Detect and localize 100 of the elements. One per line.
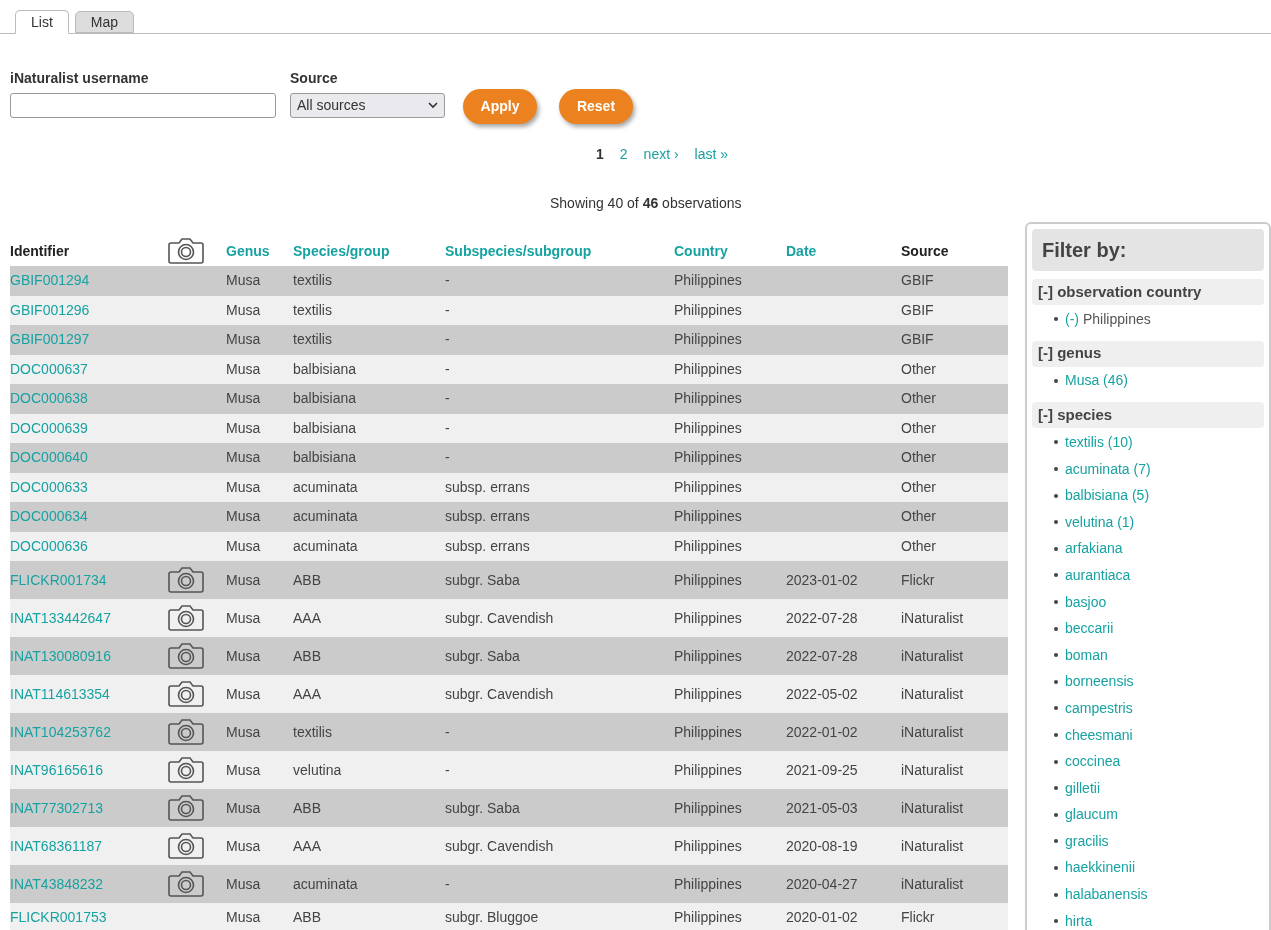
table-cell-text: Philippines xyxy=(674,874,742,894)
filter-link[interactable]: acuminata (7) xyxy=(1065,458,1151,480)
filter-link[interactable]: basjoo xyxy=(1065,591,1107,613)
column-header-link[interactable]: Species/group xyxy=(293,240,390,262)
table-cell-text: iNaturalist xyxy=(901,836,964,856)
table-cell-text: Musa xyxy=(226,608,261,628)
page-link[interactable]: 2 xyxy=(619,144,628,165)
table-cell-text: - xyxy=(445,874,450,894)
filter-link[interactable]: glaucum xyxy=(1065,804,1118,826)
filter-link[interactable]: borneensis xyxy=(1065,671,1134,693)
identifier-link[interactable]: INAT96165616 xyxy=(10,759,104,781)
table-cell-text: Philippines xyxy=(674,608,742,628)
filter-link[interactable]: cheesmani xyxy=(1065,724,1133,746)
identifier-link[interactable]: GBIF001297 xyxy=(10,329,90,351)
table-cell-text: AAA xyxy=(293,836,321,856)
column-header: Source xyxy=(901,241,949,261)
identifier-link[interactable]: INAT114613354 xyxy=(10,683,110,705)
table-cell-text: AAA xyxy=(293,608,321,628)
table-cell-text: 2022-01-02 xyxy=(786,722,858,742)
table-cell-text: - xyxy=(445,330,450,350)
apply-button[interactable]: Apply xyxy=(463,89,537,124)
table-cell-text: 2022-07-28 xyxy=(786,646,858,666)
filter-link[interactable]: gilletii xyxy=(1065,777,1100,799)
page-link[interactable]: last » xyxy=(694,144,729,165)
filter-link[interactable]: Musa (46) xyxy=(1065,370,1129,392)
table-cell-text: iNaturalist xyxy=(901,684,964,704)
identifier-link[interactable]: DOC000639 xyxy=(10,417,88,439)
bullet-icon xyxy=(1054,706,1058,711)
source-dropdown[interactable]: All sources xyxy=(290,93,445,118)
tab[interactable]: List xyxy=(15,10,69,34)
filter-link[interactable]: balbisiana (5) xyxy=(1065,485,1150,507)
table-cell-text: Philippines xyxy=(674,389,742,409)
filter-link[interactable]: beccarii xyxy=(1065,618,1114,640)
filter-group-header[interactable]: [-] species xyxy=(1032,402,1264,429)
filter-link[interactable]: velutina (1) xyxy=(1065,511,1135,533)
identifier-link[interactable]: DOC000634 xyxy=(10,506,88,528)
column-header-link[interactable]: Genus xyxy=(226,240,270,262)
bullet-icon xyxy=(1054,653,1058,658)
table-cell-text: subgr. Saba xyxy=(445,570,520,590)
filter-group-header[interactable]: [-] observation country xyxy=(1032,279,1264,305)
table-cell-text: subgr. Bluggoe xyxy=(445,908,539,928)
identifier-link[interactable]: INAT130080916 xyxy=(10,645,111,667)
column-header-link[interactable]: Country xyxy=(674,240,728,262)
table-cell-text: 2020-08-19 xyxy=(786,836,858,856)
filter-group-header[interactable]: [-] genus xyxy=(1032,340,1264,367)
filter-link[interactable]: campestris xyxy=(1065,697,1133,719)
table-cell-text: Musa xyxy=(226,760,261,780)
identifier-link[interactable]: DOC000640 xyxy=(10,447,88,469)
filter-link[interactable]: textilis (10) xyxy=(1065,432,1133,453)
filter-link[interactable]: haekkinenii xyxy=(1065,857,1136,879)
identifier-link[interactable]: DOC000638 xyxy=(10,388,88,410)
column-header-link[interactable]: Subspecies/subgroup xyxy=(445,240,592,262)
table-cell-text: Other xyxy=(901,389,936,409)
reset-button[interactable]: Reset xyxy=(559,89,633,124)
filter-link[interactable]: gracilis xyxy=(1065,830,1109,852)
chevron-down-icon xyxy=(428,102,438,109)
table-cell-text: iNaturalist xyxy=(901,722,964,742)
bullet-icon xyxy=(1054,919,1058,924)
filter-link[interactable]: boman xyxy=(1065,644,1108,666)
filter-link[interactable]: (-) xyxy=(1065,308,1079,330)
identifier-link[interactable]: FLICKR001753 xyxy=(10,907,107,929)
bullet-icon xyxy=(1054,733,1058,737)
table-cell-text: subsp. errans xyxy=(445,507,530,527)
table-cell-text: GBIF xyxy=(901,271,934,291)
identifier-link[interactable]: DOC000637 xyxy=(10,358,88,380)
filter-link[interactable]: hirta xyxy=(1065,910,1093,930)
column-header-link[interactable]: Date xyxy=(786,240,817,262)
table-cell-text: Philippines xyxy=(674,448,742,468)
table-cell-text: Other xyxy=(901,507,936,527)
identifier-link[interactable]: GBIF001294 xyxy=(10,270,90,292)
table-cell-text: subgr. Cavendish xyxy=(445,684,554,704)
table-cell-text: Philippines xyxy=(674,300,742,320)
current-page[interactable]: 1 xyxy=(596,144,604,165)
table-cell-text: velutina xyxy=(293,760,342,780)
identifier-link[interactable]: INAT104253762 xyxy=(10,721,111,743)
username-field[interactable] xyxy=(10,93,276,118)
identifier-link[interactable]: INAT133442647 xyxy=(10,607,111,629)
table-cell-text: Musa xyxy=(226,646,261,666)
filter-link[interactable]: coccinea xyxy=(1065,751,1121,773)
table-cell-text: Other xyxy=(901,536,936,556)
filter-link[interactable]: arfakiana xyxy=(1065,538,1123,560)
identifier-link[interactable]: DOC000636 xyxy=(10,535,88,557)
identifier-link[interactable]: INAT43848232 xyxy=(10,873,104,895)
table-cell-text: GBIF xyxy=(901,330,934,350)
tab[interactable]: Map xyxy=(74,11,135,33)
filter-link[interactable]: aurantiaca xyxy=(1065,564,1131,586)
table-cell-text: acuminata xyxy=(293,874,358,894)
page-link[interactable]: next › xyxy=(643,144,679,165)
identifier-link[interactable]: INAT77302713 xyxy=(10,797,104,819)
identifier-link[interactable]: DOC000633 xyxy=(10,476,88,498)
table-cell-text: Other xyxy=(901,448,936,468)
identifier-link[interactable]: GBIF001296 xyxy=(10,299,90,321)
bullet-icon xyxy=(1054,786,1058,791)
identifier-link[interactable]: INAT68361187 xyxy=(10,835,103,857)
filter-link[interactable]: halabanensis xyxy=(1065,884,1148,906)
table-cell-text: iNaturalist xyxy=(901,608,964,628)
table-cell-text: 2020-04-27 xyxy=(786,874,858,894)
table-cell-text: Philippines xyxy=(674,536,742,556)
table-cell-text: Musa xyxy=(226,570,261,590)
identifier-link[interactable]: FLICKR001734 xyxy=(10,569,107,591)
